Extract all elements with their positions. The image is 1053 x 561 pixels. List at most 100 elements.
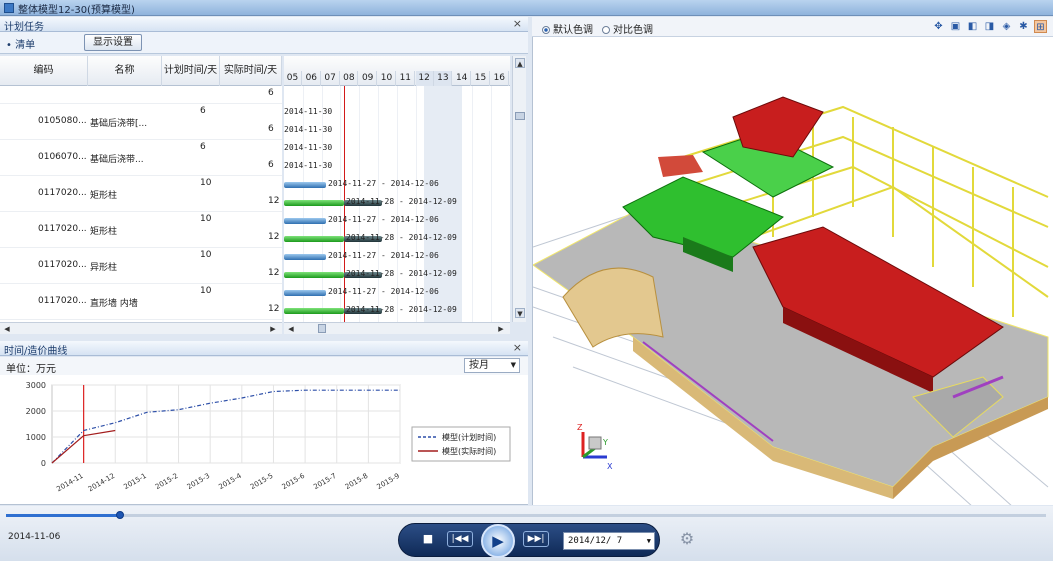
svg-text:X: X	[607, 462, 613, 471]
x-tick-label: 2015-6	[281, 472, 307, 492]
plot-area	[51, 384, 401, 464]
actual-bar[interactable]	[284, 200, 344, 206]
highlight-icon[interactable]: ⊞	[1034, 20, 1047, 33]
scroll-left-icon[interactable]: ◀	[286, 324, 296, 334]
actual-bar[interactable]	[284, 272, 344, 278]
axis-gizmo: Z Y X	[577, 423, 613, 471]
cell-plan-days: 10	[200, 214, 212, 224]
color-tool-icon[interactable]: ✱	[1017, 20, 1030, 33]
default-color-label: 默认色调	[553, 25, 593, 36]
cell-actual-days: 6	[268, 124, 274, 134]
close-icon[interactable]: ×	[513, 341, 522, 354]
cell-name: 直形墙 内墙	[90, 299, 138, 309]
plan-bar[interactable]	[284, 290, 326, 296]
col-code[interactable]: 编码	[0, 56, 88, 86]
cell-code: 0117020...	[38, 296, 87, 306]
rewind-icon[interactable]: |◀◀	[447, 531, 473, 547]
timeline-progress	[6, 514, 121, 517]
gantt-day: 14	[453, 71, 472, 86]
date-picker-value: 2014/12/ 7	[568, 536, 623, 546]
gantt-day: 08	[340, 71, 359, 86]
x-tick-label: 2015-4	[217, 472, 243, 492]
table-row[interactable]: 0106070... 基础后浇带... 6 6	[0, 140, 282, 176]
actual-bar[interactable]	[284, 236, 344, 242]
col-actual-days[interactable]: 实际时间/天	[220, 56, 282, 86]
play-button[interactable]: ▶	[481, 524, 515, 558]
curve-panel-title: 时间/造价曲线	[4, 346, 68, 357]
y-tick-label: 2000	[26, 407, 46, 416]
fast-forward-icon[interactable]: ▶▶|	[523, 531, 549, 547]
cell-actual-days: 12	[268, 196, 280, 206]
grid-horizontal-scrollbar[interactable]: ◀ ▶	[0, 322, 282, 334]
x-tick-label: 2015-7	[312, 472, 337, 491]
actual-bar-label: 2014-11-30	[284, 161, 333, 170]
cell-code: 0117020...	[38, 188, 87, 198]
scroll-right-icon[interactable]: ▶	[496, 324, 506, 334]
scroll-thumb[interactable]	[515, 112, 525, 120]
gantt-header: 05 06 07 08 09 10 11 12 13 14 15 16	[284, 56, 510, 86]
model-3d-view[interactable]: Z Y X	[532, 37, 1053, 508]
plan-bar[interactable]	[284, 254, 326, 260]
cell-code: 0117020...	[38, 224, 87, 234]
compare-color-radio[interactable]: 对比色调	[602, 21, 653, 36]
x-tick-label: 2015-2	[154, 472, 179, 491]
scroll-up-icon[interactable]: ▲	[515, 58, 525, 68]
cell-code: 0106070...	[38, 152, 87, 162]
current-date: 2014-11-06	[8, 532, 61, 542]
gantt-day: 10	[378, 71, 396, 86]
move-icon[interactable]: ✥	[932, 20, 945, 33]
y-tick-label: 0	[41, 459, 46, 468]
building-model: Z Y X	[532, 96, 1049, 508]
y-tick-label: 3000	[26, 381, 46, 390]
chevron-down-icon: ▼	[510, 361, 516, 369]
scroll-down-icon[interactable]: ▼	[515, 308, 525, 318]
radio-icon	[602, 26, 610, 34]
view-iso-icon[interactable]: ◨	[983, 20, 996, 33]
table-row[interactable]: 0117020... 矩形柱 10 12	[0, 212, 282, 248]
col-name[interactable]: 名称	[88, 56, 162, 86]
plan-bar-label: 2014-11-27 - 2014-12-06	[328, 215, 439, 224]
plan-bar-label: 2014-11-27 - 2014-12-06	[328, 287, 439, 296]
table-row[interactable]: 0105080... 基础后浇带[... 6 6	[0, 104, 282, 140]
gantt-day: 07	[322, 71, 340, 86]
timeline-handle[interactable]	[116, 511, 125, 519]
gantt-horizontal-scrollbar[interactable]: ◀ ▶	[284, 322, 510, 334]
view-front-icon[interactable]: ▣	[949, 20, 962, 33]
table-row[interactable]: 0117020... 直形墙 内墙 10 12	[0, 284, 282, 320]
actual-bar[interactable]	[284, 308, 344, 314]
table-row[interactable]: 66	[0, 86, 282, 104]
display-settings-button[interactable]: 显示设置	[84, 34, 142, 51]
render-icon[interactable]: ◈	[1000, 20, 1013, 33]
gantt-day: 11	[397, 71, 415, 86]
plan-bar[interactable]	[284, 182, 326, 188]
gear-icon[interactable]: ⚙	[678, 530, 696, 548]
scroll-right-icon[interactable]: ▶	[268, 324, 278, 334]
gantt-day: 13	[434, 71, 453, 86]
date-picker[interactable]: 2014/12/ 7 ▼	[563, 532, 655, 550]
default-color-radio[interactable]: 默认色调	[542, 21, 593, 36]
plan-bar[interactable]	[284, 218, 326, 224]
scroll-left-icon[interactable]: ◀	[2, 324, 12, 334]
col-plan-days[interactable]: 计划时间/天	[162, 56, 220, 86]
task-vertical-scrollbar[interactable]: ▲ ▼	[512, 56, 526, 322]
cell-actual-days: 12	[268, 268, 280, 278]
table-row[interactable]: 0117020... 矩形柱 10 12	[0, 176, 282, 212]
cell-plan-days: 10	[200, 286, 212, 296]
title-bar: 整体模型12-30(预算模型)	[0, 0, 1053, 16]
tab-list[interactable]: • 清单	[6, 36, 35, 51]
view-top-icon[interactable]: ◧	[966, 20, 979, 33]
stop-icon[interactable]: ■	[421, 532, 435, 546]
actual-bar-label: 2014-11-28 - 2014-12-09	[346, 197, 457, 206]
timeline-slider[interactable]	[6, 511, 1046, 519]
radio-selected-icon	[542, 26, 550, 34]
period-select[interactable]: 按月 ▼	[464, 358, 520, 373]
gantt-day: 12	[415, 71, 434, 86]
plan-bar-label: 2014-11-27 - 2014-12-06	[328, 251, 439, 260]
gantt-day: 05	[284, 71, 302, 86]
cell-name: 基础后浇带...	[90, 155, 144, 165]
scroll-thumb[interactable]	[318, 324, 326, 333]
close-icon[interactable]: ×	[513, 17, 522, 30]
table-row[interactable]: 0117020... 异形柱 10 12	[0, 248, 282, 284]
task-toolbar: • 清单 显示设置	[0, 32, 528, 54]
window-title: 整体模型12-30(预算模型)	[18, 5, 135, 16]
